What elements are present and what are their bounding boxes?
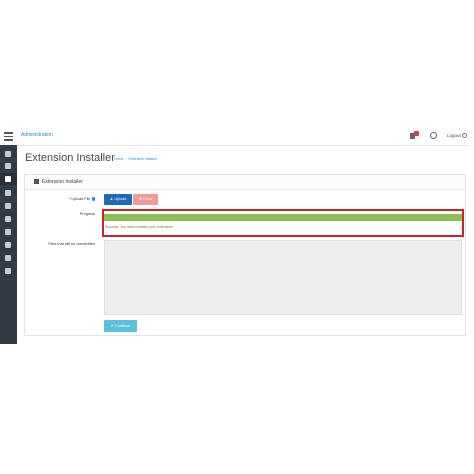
breadcrumb: Home › Extension Installer bbox=[114, 157, 157, 161]
continue-button[interactable]: ✔ Continue bbox=[104, 320, 137, 332]
chart-icon bbox=[5, 268, 11, 274]
progress-bar bbox=[104, 214, 462, 221]
overwrite-files-textarea[interactable] bbox=[104, 240, 462, 315]
sidebar-item-system[interactable] bbox=[0, 226, 17, 238]
sidebar bbox=[0, 145, 17, 344]
page-title: Extension Installer bbox=[25, 152, 115, 164]
user-icon bbox=[5, 203, 11, 209]
wrench-icon bbox=[5, 255, 11, 261]
gear-icon bbox=[5, 229, 11, 235]
upload-button[interactable]: ▲ Upload bbox=[104, 194, 132, 205]
menu-toggle-icon[interactable] bbox=[4, 132, 13, 141]
sidebar-item-customers[interactable] bbox=[0, 200, 17, 212]
sidebar-item-reports[interactable] bbox=[0, 265, 17, 277]
installer-panel: Extension Installer * Upload File ▲ Uplo… bbox=[24, 174, 466, 336]
upload-button-label: Upload bbox=[114, 197, 127, 201]
panel-title: Extension Installer bbox=[42, 179, 83, 185]
continue-button-label: Continue bbox=[115, 324, 131, 328]
success-message: Success: You have installed your extensi… bbox=[105, 225, 174, 229]
sidebar-item-catalog[interactable] bbox=[0, 160, 17, 172]
desktop-icon bbox=[5, 242, 11, 248]
share-icon bbox=[5, 216, 11, 222]
puzzle-icon bbox=[34, 179, 39, 184]
help-icon[interactable] bbox=[430, 132, 437, 139]
sidebar-item-dashboard[interactable] bbox=[0, 148, 17, 160]
tag-icon bbox=[5, 163, 11, 169]
sidebar-item-tools[interactable] bbox=[0, 252, 17, 264]
progress-label: Progress bbox=[79, 212, 95, 216]
sidebar-item-marketing[interactable] bbox=[0, 213, 17, 225]
overwrite-label: Files that will be overwritten bbox=[48, 242, 95, 246]
power-icon[interactable] bbox=[462, 133, 467, 138]
upload-file-label-text: * Upload File bbox=[68, 197, 91, 201]
clear-button[interactable]: ✖ Clear bbox=[133, 194, 158, 205]
breadcrumb-home[interactable]: Home bbox=[114, 157, 123, 161]
clear-button-label: Clear bbox=[143, 197, 153, 201]
top-header: Administration Logout bbox=[0, 128, 470, 146]
upload-file-label: * Upload File bbox=[45, 197, 95, 201]
puzzle-icon bbox=[5, 176, 11, 182]
alert-badge bbox=[414, 131, 419, 136]
breadcrumb-separator: › bbox=[125, 157, 127, 161]
progress-fill bbox=[104, 214, 462, 221]
brand-link[interactable]: Administration bbox=[21, 132, 53, 138]
help-icon[interactable] bbox=[91, 197, 95, 201]
logout-link[interactable]: Logout bbox=[447, 133, 461, 138]
sidebar-item-extensions[interactable] bbox=[0, 173, 17, 185]
alerts-button[interactable] bbox=[409, 131, 419, 141]
breadcrumb-current[interactable]: Extension Installer bbox=[129, 157, 158, 161]
panel-heading: Extension Installer bbox=[25, 175, 465, 190]
sidebar-item-design[interactable] bbox=[0, 239, 17, 251]
cart-icon bbox=[5, 190, 11, 196]
dashboard-icon bbox=[5, 151, 11, 157]
sidebar-item-sales[interactable] bbox=[0, 187, 17, 199]
admin-screenshot: Administration Logout Extension Installe… bbox=[0, 128, 470, 344]
